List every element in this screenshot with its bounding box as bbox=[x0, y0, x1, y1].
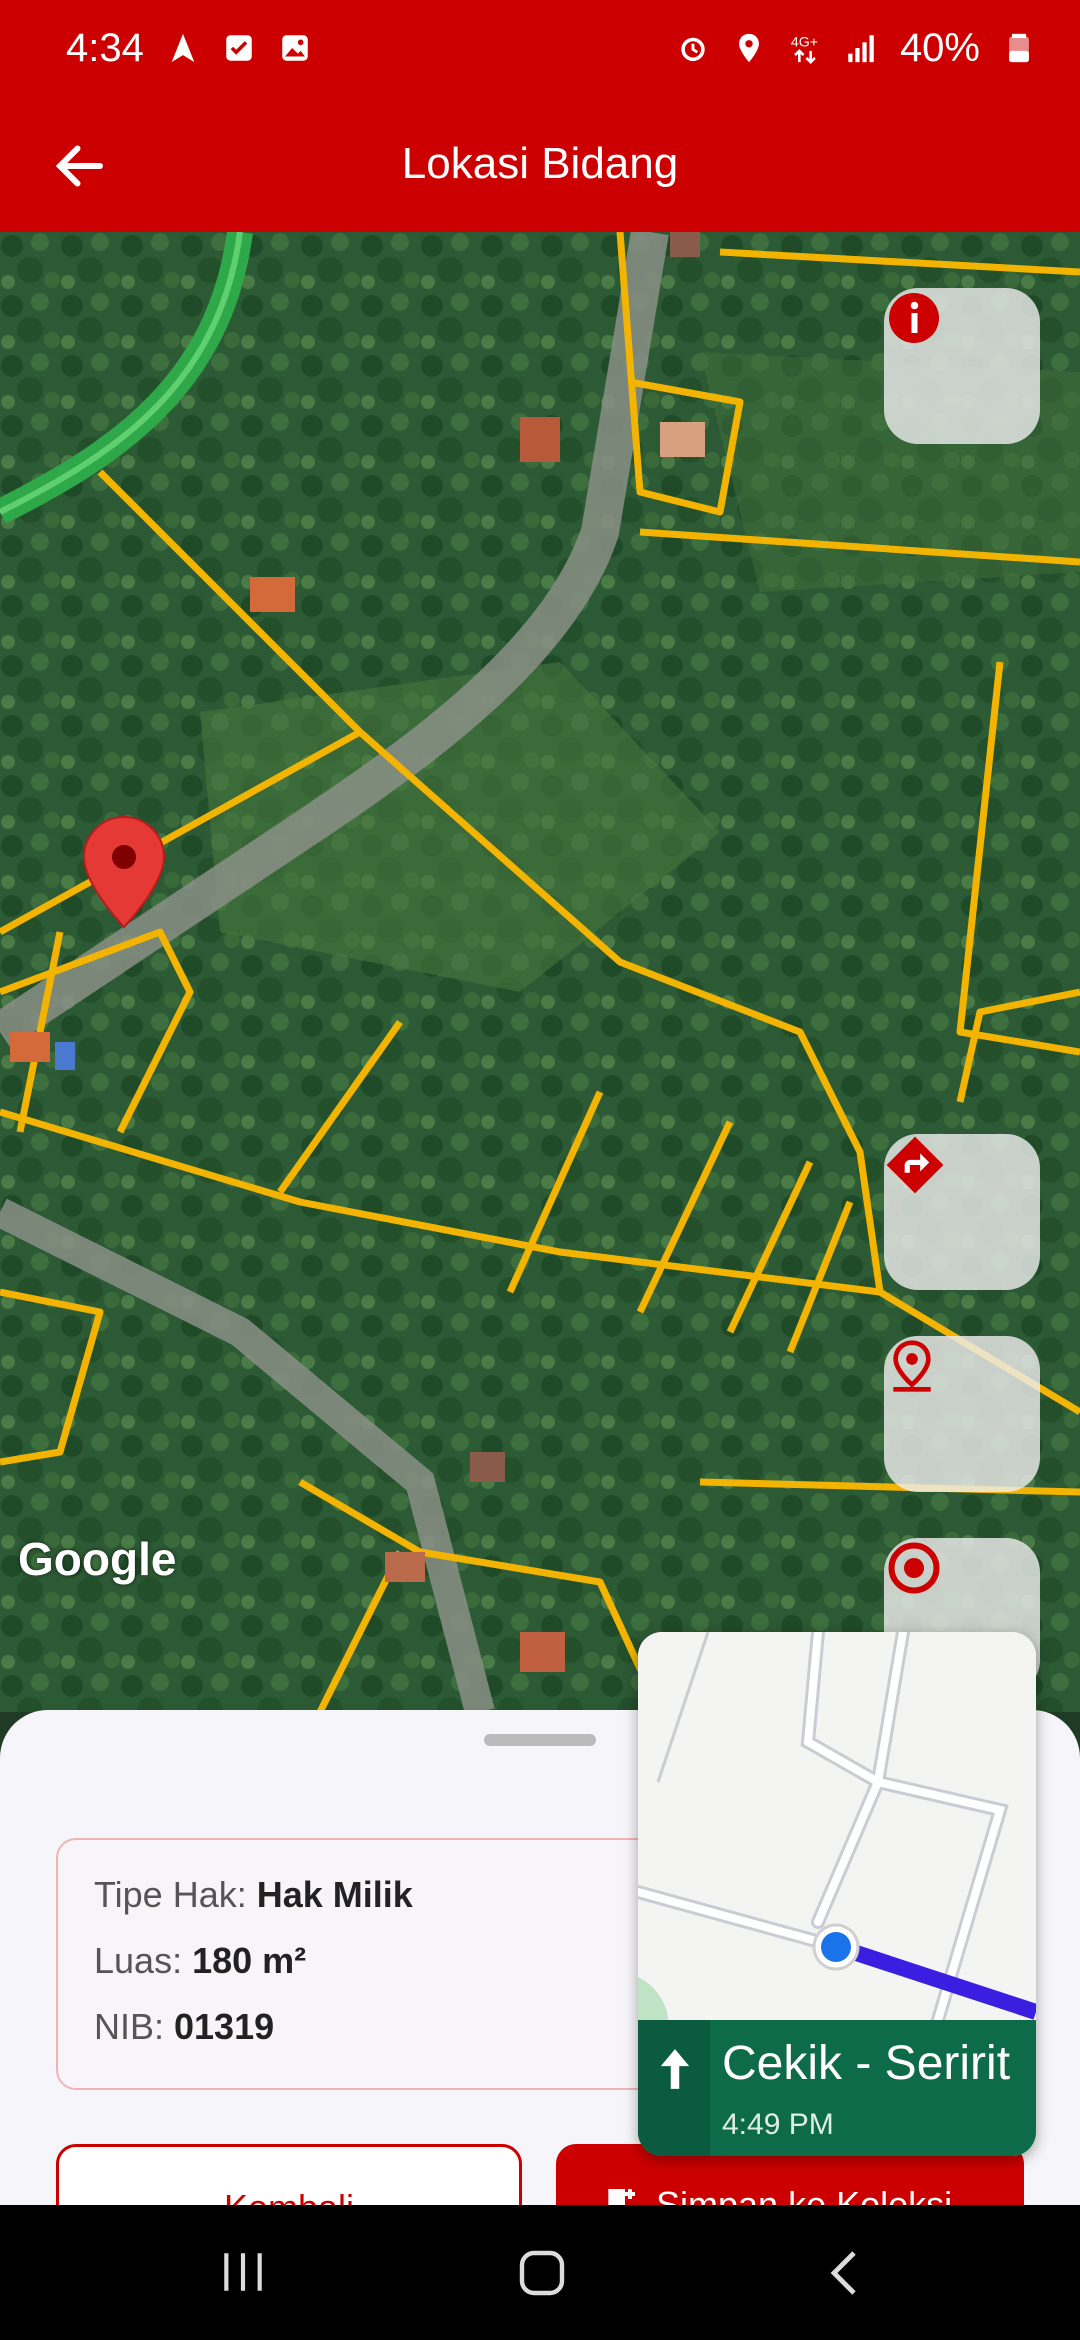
nib-value: 01319 bbox=[174, 2006, 275, 2047]
back-button[interactable]: Kembali bbox=[56, 2144, 522, 2205]
system-nav-bar bbox=[0, 2205, 1080, 2340]
save-button-label: Simpan ke Koleksi bbox=[656, 2184, 953, 2205]
luas-label: Luas: bbox=[94, 1940, 193, 1981]
navigation-arrow-icon bbox=[171, 33, 195, 63]
svg-text:4G+: 4G+ bbox=[791, 35, 818, 51]
home-button[interactable] bbox=[484, 2205, 604, 2340]
home-icon bbox=[519, 2250, 565, 2296]
nib-label: NIB: bbox=[94, 2006, 175, 2047]
status-time: 4:34 bbox=[66, 25, 144, 70]
drag-handle[interactable] bbox=[484, 1734, 596, 1746]
app-bar: Lokasi Bidang bbox=[0, 96, 1080, 232]
recent-apps-icon bbox=[224, 2253, 262, 2291]
nav-turn-column bbox=[638, 2020, 710, 2156]
navigation-overlay[interactable]: Cekik - Seririt 4:49 PM bbox=[638, 1632, 1036, 2156]
target-icon bbox=[888, 1542, 940, 1594]
location-icon bbox=[739, 33, 759, 63]
luas-row: Luas: 180 m² bbox=[94, 1940, 618, 1982]
tipe-hak-row: Tipe Hak: Hak Milik bbox=[94, 1874, 618, 1916]
tipe-hak-value: Hak Milik bbox=[256, 1874, 413, 1915]
arrow-left-icon[interactable] bbox=[50, 136, 110, 196]
bookmark-add-icon bbox=[608, 2189, 635, 2205]
nav-eta: 4:49 PM bbox=[722, 2108, 834, 2141]
alarm-icon bbox=[681, 37, 705, 62]
nav-banner: Cekik - Seririt 4:49 PM bbox=[638, 2020, 1036, 2156]
arrow-up-icon bbox=[660, 2049, 690, 2089]
nib-row: NIB: 01319 bbox=[94, 2006, 618, 2048]
nav-mini-map bbox=[638, 1632, 1036, 2027]
back-nav-button[interactable] bbox=[790, 2205, 910, 2340]
satellite-map[interactable]: Google bbox=[0, 232, 1080, 1712]
map-pin-icon bbox=[893, 1340, 931, 1392]
info-button[interactable] bbox=[884, 288, 1040, 444]
directions-icon bbox=[886, 1136, 944, 1194]
check-box-icon bbox=[226, 35, 252, 61]
tipe-hak-label: Tipe Hak: bbox=[94, 1874, 257, 1915]
page-title: Lokasi Bidang bbox=[401, 139, 679, 188]
battery-icon bbox=[1009, 33, 1029, 63]
nav-street-name: Cekik - Seririt bbox=[722, 2037, 1011, 2090]
recent-apps-button[interactable] bbox=[184, 2205, 304, 2340]
signal-icon bbox=[848, 35, 874, 63]
battery-percent: 40% bbox=[899, 25, 980, 70]
info-icon bbox=[889, 293, 939, 343]
google-logo: Google bbox=[18, 1533, 177, 1585]
parcel-info-card: Tipe Hak: Hak Milik Luas: 180 m² NIB: 01… bbox=[56, 1838, 656, 2090]
data-4g-icon: 4G+ bbox=[791, 35, 818, 64]
directions-button[interactable] bbox=[884, 1134, 1040, 1290]
back-icon bbox=[830, 2251, 856, 2295]
location-pin-button[interactable] bbox=[884, 1336, 1040, 1492]
status-bar: 4:34 4G+ 40% bbox=[0, 0, 1080, 96]
luas-value: 180 m² bbox=[192, 1940, 307, 1981]
image-icon bbox=[282, 35, 308, 61]
